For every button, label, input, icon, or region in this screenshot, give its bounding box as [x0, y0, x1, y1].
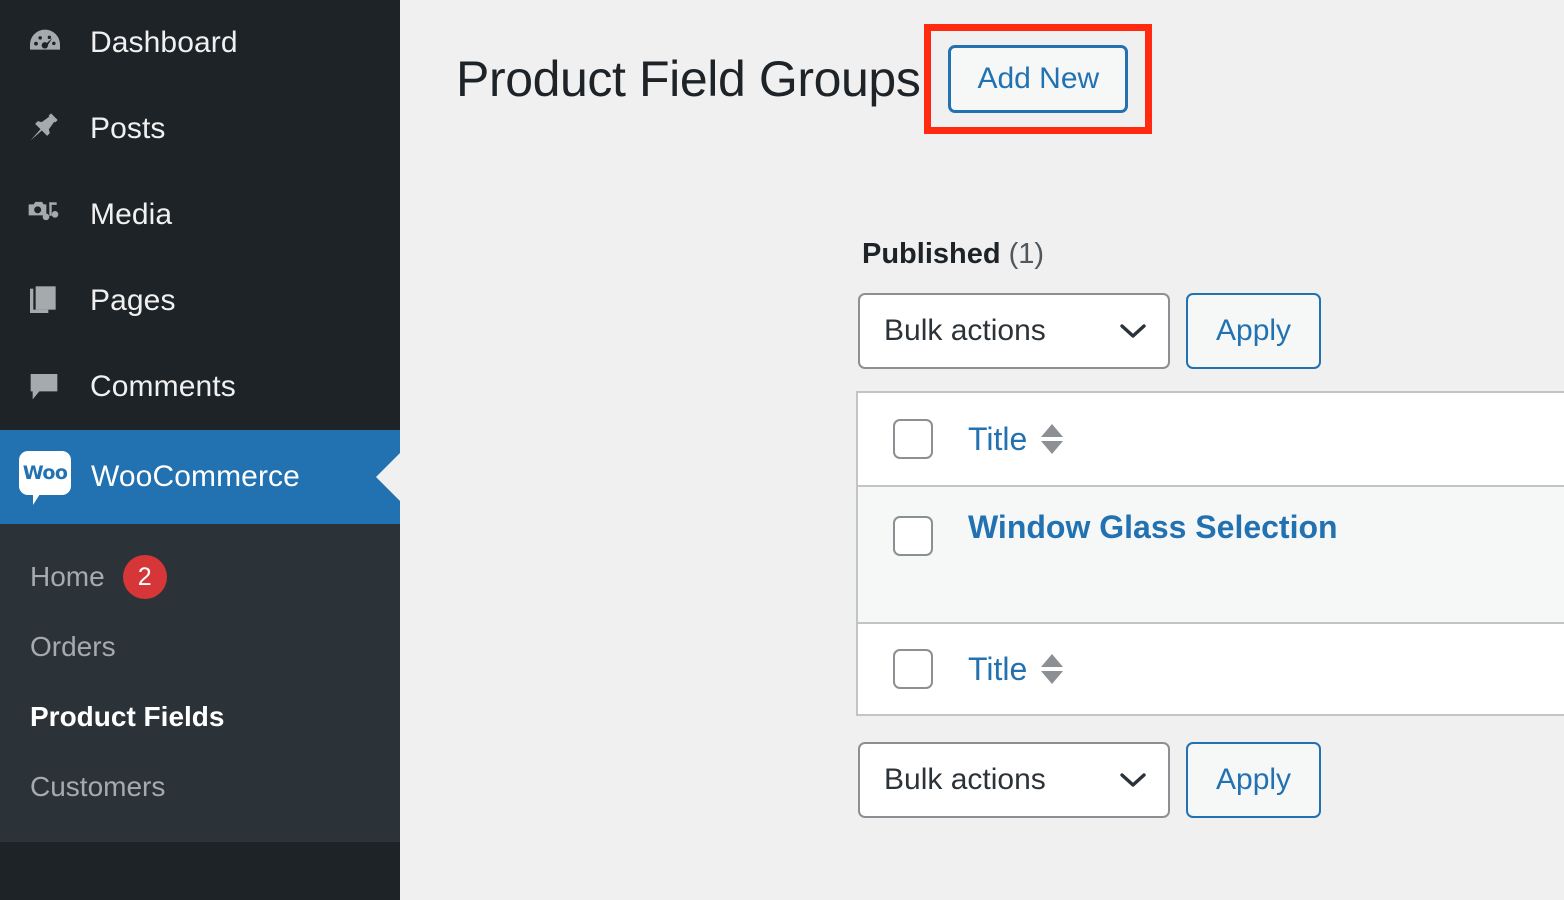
select-all-cell [858, 419, 968, 459]
dashboard-icon [22, 20, 68, 66]
bulk-actions-toolbar-top: Bulk actions Apply [858, 293, 1564, 369]
field-groups-table: Title Fields Window Glass Selection 3 [856, 391, 1564, 716]
admin-sidebar: Dashboard Posts Media Pages Comments Woo… [0, 0, 400, 900]
sidebar-item-label: Product Fields [30, 701, 225, 732]
sidebar-item-label: Dashboard [90, 26, 238, 59]
sidebar-item-label: Customers [30, 771, 166, 802]
comment-icon [22, 364, 68, 410]
sort-arrows-icon[interactable] [1041, 424, 1064, 454]
select-all-cell-bottom [858, 649, 968, 689]
bulk-actions-select-bottom[interactable]: Bulk actions [858, 742, 1170, 818]
active-menu-arrow-icon [376, 453, 400, 501]
sidebar-item-label: Media [90, 198, 173, 231]
select-all-checkbox-top[interactable] [893, 419, 933, 459]
sidebar-item-posts[interactable]: Posts [0, 86, 400, 172]
row-checkbox[interactable] [893, 516, 933, 556]
column-header-title[interactable]: Title [968, 421, 1564, 458]
home-notification-badge: 2 [122, 555, 167, 599]
bulk-actions-select-top[interactable]: Bulk actions [858, 293, 1170, 369]
row-title-cell: Window Glass Selection [968, 487, 1564, 543]
pin-icon [22, 106, 68, 152]
sidebar-item-dashboard[interactable]: Dashboard [0, 0, 400, 86]
sidebar-item-label: Orders [30, 631, 116, 662]
sidebar-item-comments[interactable]: Comments [0, 344, 400, 430]
sidebar-item-pages[interactable]: Pages [0, 258, 400, 344]
sidebar-item-product-fields[interactable]: Product Fields [0, 682, 400, 752]
sidebar-item-woocommerce[interactable]: Woo WooCommerce [0, 430, 400, 524]
column-footer-title-label: Title [968, 650, 1028, 687]
table-footer-row: Title Fields [858, 624, 1564, 714]
sidebar-item-customers[interactable]: Customers [0, 752, 400, 822]
row-title-link[interactable]: Window Glass Selection [968, 511, 1338, 543]
published-status-filter[interactable]: Published (1) [862, 238, 1564, 271]
sidebar-item-orders[interactable]: Orders [0, 612, 400, 682]
sidebar-item-label: WooCommerce [91, 460, 300, 493]
column-footer-title[interactable]: Title [968, 651, 1564, 688]
page-header: Product Field Groups Add New [400, 0, 1564, 134]
sort-arrows-icon[interactable] [1041, 654, 1064, 684]
sidebar-item-label: Comments [90, 370, 236, 403]
bulk-actions-toolbar-bottom: Bulk actions Apply [858, 742, 1564, 818]
table-header-row: Title Fields [858, 393, 1564, 485]
row-select-cell [858, 487, 968, 556]
sidebar-item-home[interactable]: Home 2 [0, 542, 400, 612]
main-content: Product Field Groups Add New Published (… [400, 0, 1564, 900]
add-new-button[interactable]: Add New [948, 45, 1129, 113]
media-icon [22, 192, 68, 238]
select-all-checkbox-bottom[interactable] [893, 649, 933, 689]
sidebar-item-label: Home [30, 561, 105, 592]
bulk-actions-selected-value: Bulk actions [884, 763, 1046, 796]
chevron-down-icon [1120, 323, 1146, 339]
chevron-down-icon [1120, 772, 1146, 788]
column-header-title-label: Title [968, 420, 1028, 457]
published-label: Published [862, 238, 1001, 270]
woocommerce-submenu: Home 2 Orders Product Fields Customers [0, 524, 400, 842]
sidebar-item-label: Posts [90, 112, 166, 145]
apply-button-bottom[interactable]: Apply [1186, 742, 1322, 818]
apply-button-top[interactable]: Apply [1186, 293, 1322, 369]
woo-logo-icon: Woo [19, 451, 71, 505]
wordpress-admin-screen: Dashboard Posts Media Pages Comments Woo… [0, 0, 1564, 900]
sidebar-item-media[interactable]: Media [0, 172, 400, 258]
add-new-highlight-box: Add New [924, 24, 1153, 134]
published-count: (1) [1008, 238, 1045, 270]
table-row: Window Glass Selection 3 [858, 485, 1564, 624]
woo-logo-text: Woo [22, 462, 68, 484]
sidebar-item-label: Pages [90, 284, 176, 317]
pages-icon [22, 278, 68, 324]
bulk-actions-selected-value: Bulk actions [884, 314, 1046, 347]
page-title: Product Field Groups [456, 51, 921, 107]
